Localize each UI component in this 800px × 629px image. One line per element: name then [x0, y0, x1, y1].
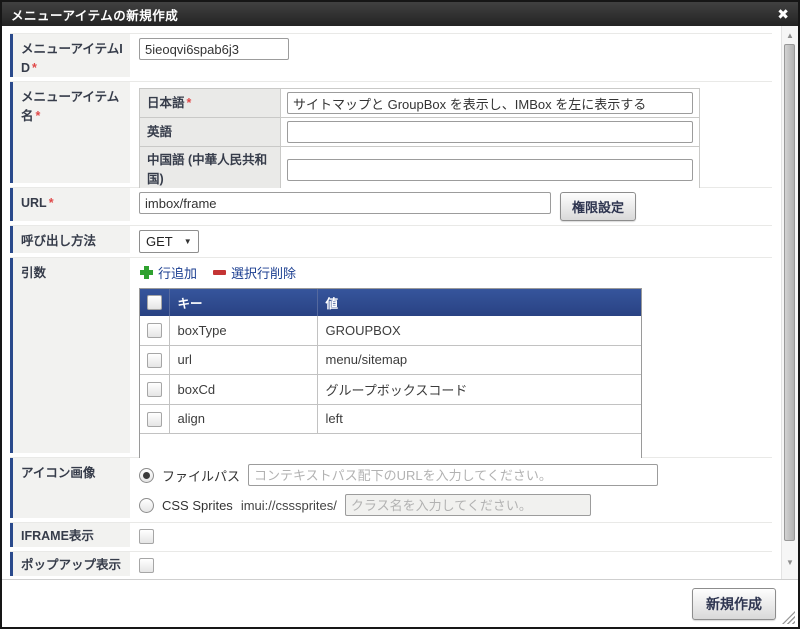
method-select[interactable]: GET ▼ — [139, 230, 199, 253]
menu-item-id-input[interactable] — [139, 38, 289, 60]
file-path-radio-label[interactable]: ファイルパス — [162, 466, 240, 485]
resize-grip-icon[interactable] — [782, 611, 795, 624]
field-row-url: URL* 権限設定 — [10, 187, 772, 221]
delete-rows-label: 選択行削除 — [231, 266, 297, 281]
arguments-label-text: 引数 — [21, 266, 47, 280]
locale-label-english: 英語 — [139, 117, 281, 147]
required-mark: * — [35, 109, 41, 124]
arguments-grid: キー 値 boxType GROUPBOX url menu/sitemap b… — [139, 288, 642, 460]
file-path-input[interactable] — [248, 464, 659, 486]
field-row-menu-item-id: メニューアイテムID * — [10, 33, 772, 77]
iframe-display-checkbox[interactable] — [139, 529, 154, 545]
method-selected-value: GET — [146, 234, 173, 249]
table-row: url menu/sitemap — [140, 345, 641, 375]
row-checkbox[interactable] — [146, 411, 162, 427]
permission-settings-button[interactable]: 権限設定 — [560, 192, 637, 221]
key-column-header: キー — [169, 289, 318, 316]
field-row-icon-image: アイコン画像 ファイルパス CSS Sprites imui://cssspri… — [10, 457, 772, 518]
delete-rows-link[interactable]: 選択行削除 — [213, 263, 296, 282]
locale-label-chinese: 中国語 (中華人民共和国) — [139, 146, 281, 194]
close-icon[interactable]: ✖ — [777, 7, 789, 21]
locale-label-text: 中国語 (中華人民共和国) — [147, 153, 268, 186]
add-row-link[interactable]: 行追加 — [140, 263, 197, 282]
arg-value-cell[interactable]: GROUPBOX — [317, 316, 641, 346]
scrollbar-thumb[interactable] — [784, 44, 795, 541]
dialog-title: メニューアイテムの新規作成 — [11, 8, 179, 23]
row-checkbox[interactable] — [146, 382, 162, 398]
dialog-titlebar[interactable]: メニューアイテムの新規作成 ✖ — [2, 2, 798, 26]
field-row-menu-item-name: メニューアイテム名* 日本語* 英語 中国語 (中華人民共和国) — [10, 81, 772, 194]
locale-label-japanese: 日本語 * — [139, 88, 281, 118]
arg-value-cell[interactable]: menu/sitemap — [317, 345, 641, 375]
css-sprites-prefix: imui://csssprites/ — [240, 497, 337, 513]
field-row-arguments: 引数 行追加 選択行削除 キー 値 boxType GROUPBOX url m… — [10, 257, 772, 460]
create-menu-item-dialog: メニューアイテムの新規作成 ✖ メニューアイテムID* メニューアイテム名* 日… — [0, 0, 800, 629]
css-sprites-input[interactable] — [344, 494, 591, 516]
popup-display-label: ポップアップ表示 — [10, 552, 130, 576]
icon-image-label-text: アイコン画像 — [21, 466, 96, 480]
name-english-input[interactable] — [287, 121, 693, 143]
url-input[interactable] — [139, 192, 551, 214]
name-chinese-input[interactable] — [287, 158, 693, 181]
row-checkbox[interactable] — [146, 352, 162, 368]
url-label: URL * — [10, 188, 130, 221]
locale-label-text: 英語 — [147, 124, 173, 139]
arg-key-cell[interactable]: boxCd — [169, 374, 318, 405]
call-method-label-text: 呼び出し方法 — [21, 234, 97, 248]
dialog-footer: 新規作成 — [2, 579, 798, 627]
locale-row-chinese: 中国語 (中華人民共和国) — [139, 146, 700, 194]
value-column-header: 値 — [317, 289, 641, 316]
css-sprites-radio[interactable] — [139, 497, 154, 513]
add-row-icon — [140, 266, 153, 279]
table-row: align left — [140, 404, 641, 434]
file-path-radio[interactable] — [139, 467, 154, 483]
arg-key-cell[interactable]: boxType — [169, 316, 318, 346]
arguments-label: 引数 — [10, 258, 130, 453]
create-button[interactable]: 新規作成 — [692, 587, 776, 620]
required-mark: * — [32, 61, 37, 76]
required-mark: * — [186, 95, 192, 110]
url-label-text: URL — [21, 196, 47, 210]
vertical-scrollbar[interactable]: ▲ ▼ — [781, 26, 798, 579]
locale-row-japanese: 日本語 * — [139, 88, 700, 118]
scroll-down-icon[interactable]: ▼ — [782, 557, 798, 569]
add-row-label: 行追加 — [158, 266, 198, 281]
menu-item-id-label: メニューアイテムID * — [10, 34, 130, 77]
name-japanese-input[interactable] — [287, 92, 693, 114]
row-checkbox[interactable] — [146, 323, 162, 339]
icon-image-label: アイコン画像 — [10, 458, 130, 518]
locale-name-table: 日本語* 英語 中国語 (中華人民共和国) — [139, 88, 700, 194]
call-method-label: 呼び出し方法 — [10, 226, 130, 253]
dialog-form-area: メニューアイテムID* メニューアイテム名* 日本語* 英語 — [2, 26, 798, 579]
table-row: boxType GROUPBOX — [140, 316, 641, 346]
chevron-down-icon: ▼ — [183, 237, 192, 246]
arg-key-cell[interactable]: align — [169, 404, 318, 434]
iframe-display-label-text: IFRAME表示 — [21, 529, 94, 543]
arguments-header-row: キー 値 — [140, 289, 641, 316]
table-row: boxCd グループボックスコード — [140, 374, 641, 405]
field-row-call-method: 呼び出し方法 GET ▼ — [10, 225, 772, 253]
delete-rows-icon — [213, 270, 227, 275]
field-row-iframe-display: IFRAME表示 — [10, 522, 772, 547]
scroll-up-icon[interactable]: ▲ — [782, 30, 798, 42]
locale-label-text: 日本語 — [147, 95, 185, 110]
required-mark: * — [48, 196, 54, 210]
menu-item-name-label: メニューアイテム名 * — [10, 82, 130, 183]
arg-key-cell[interactable]: url — [169, 345, 318, 375]
locale-row-english: 英語 — [139, 117, 700, 147]
popup-display-label-text: ポップアップ表示 — [21, 558, 122, 572]
arguments-toolbar: 行追加 選択行削除 — [140, 263, 772, 282]
css-sprites-radio-label[interactable]: CSS Sprites — [162, 498, 233, 513]
arg-value-cell[interactable]: グループボックスコード — [317, 374, 641, 405]
select-all-checkbox[interactable] — [146, 295, 162, 311]
popup-display-checkbox[interactable] — [139, 558, 154, 574]
field-row-popup-display: ポップアップ表示 — [10, 551, 772, 576]
arg-value-cell[interactable]: left — [317, 404, 641, 434]
iframe-display-label: IFRAME表示 — [10, 523, 130, 547]
